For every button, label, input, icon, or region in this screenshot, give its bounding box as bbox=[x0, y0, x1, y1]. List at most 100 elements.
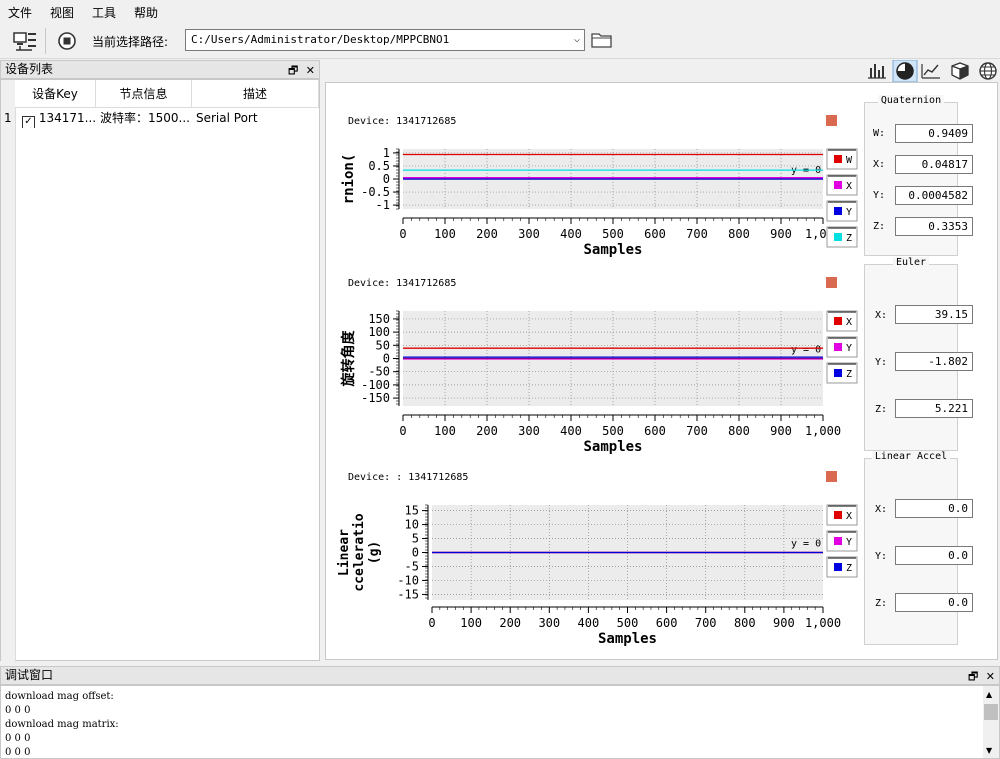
x-axis-label: Samples bbox=[583, 439, 642, 455]
menu-bar: 文件 视图 工具 帮助 bbox=[0, 0, 1000, 24]
log-line: 0 0 0 bbox=[5, 747, 31, 758]
path-label: 当前选择路径: bbox=[92, 35, 169, 49]
legend-label-y: Y bbox=[846, 207, 852, 218]
legend-label-y: Y bbox=[846, 343, 852, 354]
x-tick-label: 300 bbox=[538, 616, 560, 630]
device-panel: 设备列表 🗗 ✕ 设备Key 节点信息 描述 1 ✓ 134171... 波特率… bbox=[0, 60, 320, 662]
device-tree-icon[interactable] bbox=[10, 26, 40, 56]
quaternion-z-field[interactable]: 0.3353 bbox=[895, 217, 973, 236]
line-chart-icon[interactable] bbox=[921, 64, 940, 79]
x-tick-label: 700 bbox=[686, 227, 708, 241]
y-axis-label: cceleratio bbox=[352, 513, 367, 591]
chart-device-label: Device: 1341712685 bbox=[348, 116, 456, 127]
menu-file[interactable]: 文件 bbox=[0, 4, 42, 21]
device-description[interactable]: Serial Port bbox=[192, 108, 319, 128]
legend-swatch-y bbox=[834, 537, 842, 545]
accel-y-label: Y: bbox=[875, 551, 888, 562]
close-icon[interactable]: ✕ bbox=[986, 670, 995, 683]
y-axis-label: (g) bbox=[367, 541, 382, 564]
legend-label-x: X bbox=[846, 511, 852, 522]
scroll-up-icon[interactable]: ▲ bbox=[986, 688, 992, 702]
quaternion-x-label: X: bbox=[873, 159, 886, 170]
accel-x-field[interactable]: 0.0 bbox=[895, 499, 973, 518]
menu-view[interactable]: 视图 bbox=[42, 4, 84, 21]
x-tick-label: 600 bbox=[656, 616, 678, 630]
device-checkbox[interactable]: ✓ bbox=[22, 116, 35, 128]
cube-icon[interactable] bbox=[951, 62, 969, 80]
euler-x-field[interactable]: 39.15 bbox=[895, 305, 973, 324]
path-value: C:/Users/Administrator/Desktop/MPPCBNO1 bbox=[191, 33, 450, 46]
y-tick-label: -1 bbox=[376, 198, 390, 212]
legend-swatch-z bbox=[834, 369, 842, 377]
device-node-info[interactable]: 波特率：1500... bbox=[96, 108, 192, 128]
float-icon[interactable]: 🗗 bbox=[288, 64, 298, 77]
pie-chart-icon[interactable] bbox=[892, 59, 918, 83]
chart-device-label: Device: : 1341712685 bbox=[348, 472, 468, 483]
x-tick-label: 400 bbox=[560, 424, 582, 438]
menu-help[interactable]: 帮助 bbox=[126, 4, 168, 21]
column-header-key[interactable]: 设备Key bbox=[15, 80, 96, 108]
legend-label-z: Z bbox=[846, 369, 852, 380]
x-tick-label: 100 bbox=[434, 227, 456, 241]
quaternion-y-field[interactable]: 0.0004582 bbox=[895, 186, 973, 205]
device-color-swatch bbox=[826, 471, 837, 482]
zero-line-label: y = 0 bbox=[791, 539, 821, 550]
accel-z-field[interactable]: 0.0 bbox=[895, 593, 973, 612]
scroll-down-icon[interactable]: ▼ bbox=[986, 744, 992, 758]
row-header-column bbox=[1, 80, 16, 662]
stop-record-icon[interactable] bbox=[56, 30, 78, 52]
quaternion-group: Quaternion W: 0.9409 X: 0.04817 Y: 0.000… bbox=[864, 95, 973, 256]
linear-accel-group: Linear Accel X: 0.0 Y: 0.0 Z: 0.0 bbox=[864, 451, 973, 645]
bar-chart-icon[interactable] bbox=[868, 64, 886, 79]
y-tick-label: -150 bbox=[361, 391, 390, 405]
globe-icon[interactable] bbox=[979, 62, 997, 80]
legend-label-z: Z bbox=[846, 563, 852, 574]
debug-log[interactable]: download mag offset: 0 0 0 download mag … bbox=[0, 685, 1000, 759]
log-line: download mag matrix: bbox=[5, 719, 119, 730]
y-tick-label: 0 bbox=[383, 172, 390, 186]
quaternion-w-field[interactable]: 0.9409 bbox=[895, 124, 973, 143]
path-select[interactable]: C:/Users/Administrator/Desktop/MPPCBNO1 … bbox=[185, 29, 585, 51]
x-tick-label: 800 bbox=[728, 424, 750, 438]
row-index: 1 bbox=[4, 111, 12, 125]
y-tick-label: 0 bbox=[412, 546, 419, 560]
plot-area: Device: 1341712685 1 0.5 0 -0.5 -1 rnion(0 100 2… bbox=[323, 59, 1000, 661]
x-tick-label: 600 bbox=[644, 227, 666, 241]
debug-scrollbar[interactable]: ▲ ▼ bbox=[983, 686, 999, 758]
linear-accel-title: Linear Accel bbox=[871, 451, 951, 462]
x-tick-label: 300 bbox=[518, 424, 540, 438]
zero-line-label: y = 0 bbox=[791, 345, 821, 356]
y-tick-label: -100 bbox=[361, 378, 390, 392]
legend-swatch-z bbox=[834, 563, 842, 571]
quaternion-x-field[interactable]: 0.04817 bbox=[895, 155, 973, 174]
column-header-node[interactable]: 节点信息 bbox=[96, 80, 192, 108]
legend-label-z: Z bbox=[846, 233, 852, 244]
close-icon[interactable]: ✕ bbox=[306, 64, 315, 77]
menu-tools[interactable]: 工具 bbox=[84, 4, 126, 21]
legend-label-x: X bbox=[846, 181, 852, 192]
y-tick-label: 1 bbox=[383, 146, 390, 160]
accel-z-label: Z: bbox=[875, 598, 888, 609]
log-line: download mag offset: bbox=[5, 691, 114, 702]
x-tick-label: 600 bbox=[644, 424, 666, 438]
folder-open-icon[interactable] bbox=[590, 30, 614, 50]
y-tick-label: 100 bbox=[368, 325, 390, 339]
y-tick-label: 10 bbox=[405, 518, 419, 532]
euler-y-field[interactable]: -1.802 bbox=[895, 352, 973, 371]
x-tick-label: 900 bbox=[773, 616, 795, 630]
y-tick-label: 15 bbox=[405, 504, 419, 518]
legend-label-y: Y bbox=[846, 537, 852, 548]
accel-y-field[interactable]: 0.0 bbox=[895, 546, 973, 565]
scroll-thumb[interactable] bbox=[984, 704, 998, 720]
chevron-down-icon[interactable]: ⌵ bbox=[574, 30, 580, 50]
x-tick-label: 500 bbox=[617, 616, 639, 630]
table-row[interactable]: ✓ 134171... bbox=[18, 108, 96, 128]
column-header-desc[interactable]: 描述 bbox=[192, 80, 319, 108]
y-tick-label: 5 bbox=[412, 532, 419, 546]
float-icon[interactable]: 🗗 bbox=[968, 670, 978, 683]
x-tick-label: 200 bbox=[499, 616, 521, 630]
legend-label-w: W bbox=[846, 155, 853, 166]
legend-label-x: X bbox=[846, 317, 852, 328]
euler-z-field[interactable]: 5.221 bbox=[895, 399, 973, 418]
legend-swatch-x bbox=[834, 511, 842, 519]
